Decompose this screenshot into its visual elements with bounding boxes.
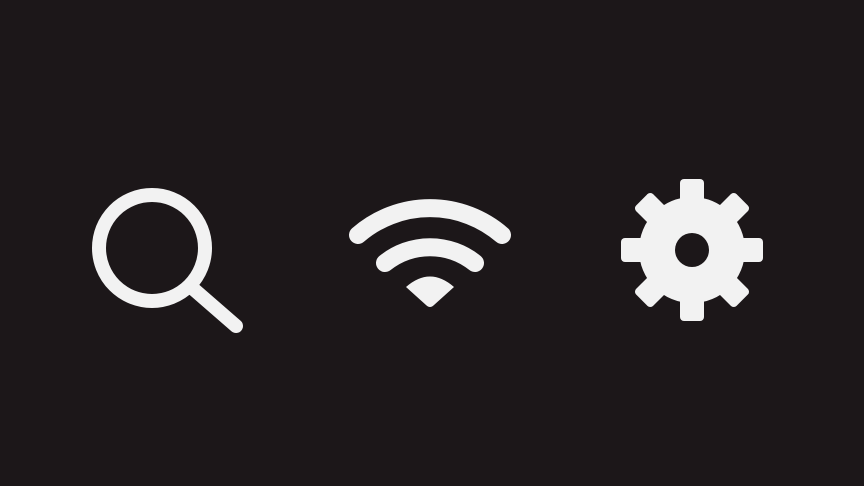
gear-icon[interactable] [618,176,766,324]
wifi-icon[interactable] [340,188,520,310]
search-icon[interactable] [92,184,252,334]
icon-row-screen [0,0,864,486]
